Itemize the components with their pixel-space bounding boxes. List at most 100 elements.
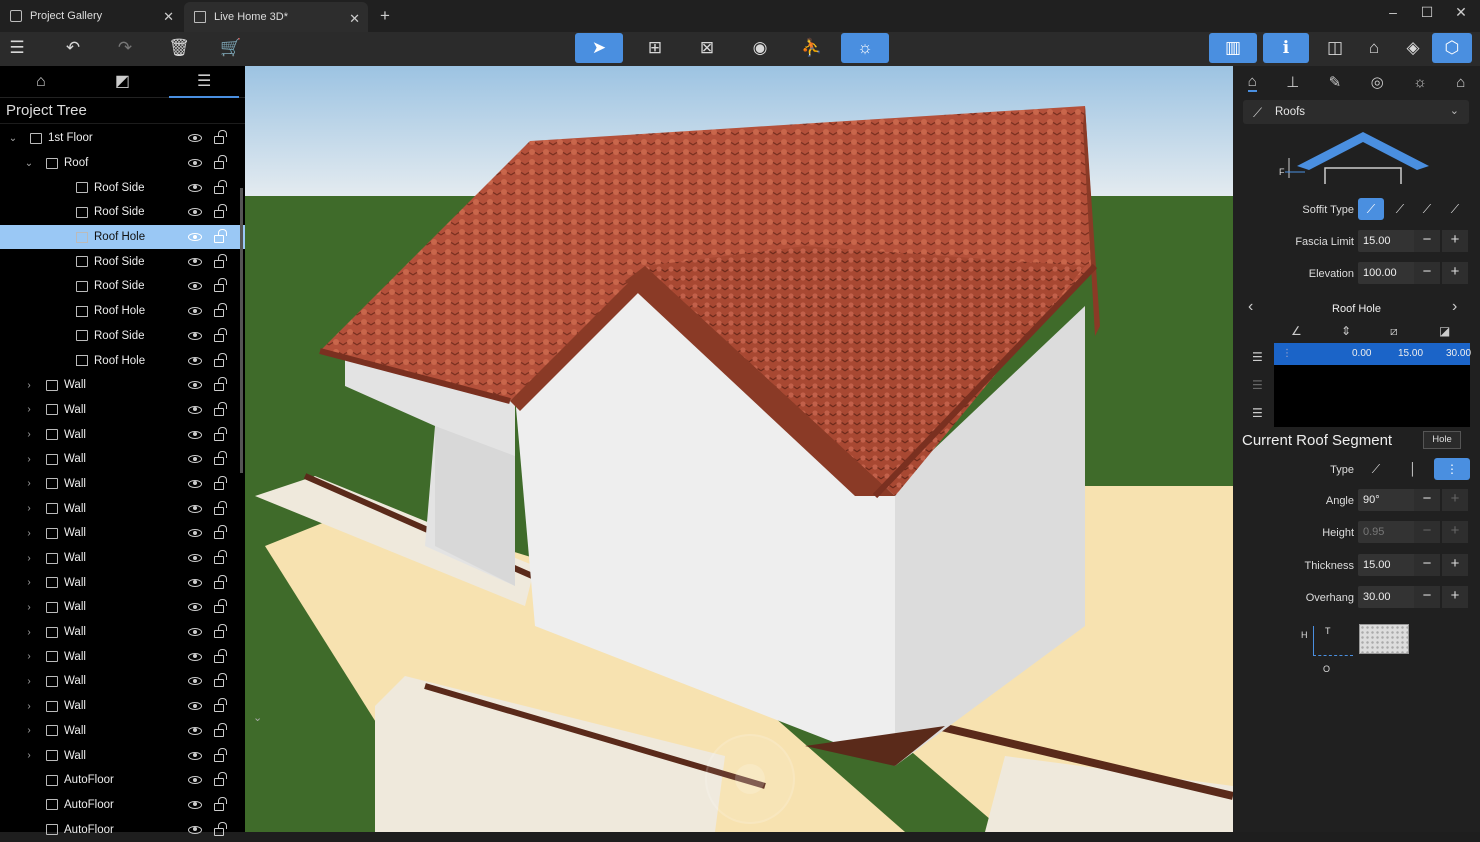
visibility-eye-icon[interactable] <box>188 282 202 291</box>
type-hole-button[interactable]: ⋮ <box>1434 458 1470 480</box>
overhang-input[interactable]: 30.00 <box>1358 586 1416 608</box>
lock-icon[interactable] <box>214 352 227 367</box>
soffit-type-4-button[interactable]: ⟋ <box>1442 198 1468 220</box>
lock-icon[interactable] <box>214 130 227 145</box>
structure-tool-icon[interactable]: ⊠ <box>694 33 720 63</box>
elevation-decrement[interactable]: − <box>1414 262 1440 284</box>
lock-icon[interactable] <box>214 796 227 811</box>
height-increment[interactable]: + <box>1442 521 1468 543</box>
lock-icon[interactable] <box>214 648 227 663</box>
select-tool-button[interactable]: ➤ <box>575 33 623 63</box>
lock-icon[interactable] <box>214 204 227 219</box>
lock-icon[interactable] <box>214 179 227 194</box>
tab-building[interactable]: ⌂ <box>0 66 82 98</box>
menu-icon[interactable]: ☰ <box>4 33 30 63</box>
walkthrough-tool-icon[interactable]: ⛹ <box>799 33 825 63</box>
tab-materials[interactable]: ◩ <box>82 66 164 98</box>
tab-project-tree[interactable]: ☰ <box>163 66 245 98</box>
store-cart-icon[interactable]: 🛒 <box>218 33 244 63</box>
angle-input[interactable]: 90° <box>1358 489 1416 511</box>
lock-icon[interactable] <box>214 327 227 342</box>
expand-chevron-icon[interactable]: › <box>24 651 34 662</box>
visibility-eye-icon[interactable] <box>188 578 202 587</box>
expand-chevron-icon[interactable]: › <box>24 553 34 564</box>
overhang-increment[interactable]: + <box>1442 586 1468 608</box>
next-segment-icon[interactable]: › <box>1452 298 1457 316</box>
tree-row[interactable]: Roof Side <box>0 200 245 225</box>
navigation-joystick[interactable] <box>705 734 795 824</box>
lock-icon[interactable] <box>214 525 227 540</box>
lock-icon[interactable] <box>214 500 227 515</box>
angle-decrement[interactable]: − <box>1414 489 1440 511</box>
stamp-icon[interactable]: ⊥ <box>1286 73 1299 91</box>
tree-row[interactable]: › Wall <box>0 719 245 744</box>
angle-increment[interactable]: + <box>1442 489 1468 511</box>
expand-chevron-icon[interactable]: › <box>24 478 34 489</box>
tree-row[interactable]: Roof Side <box>0 274 245 299</box>
expand-chevron-icon[interactable]: › <box>24 380 34 391</box>
visibility-eye-icon[interactable] <box>188 776 202 785</box>
object-type-dropdown[interactable]: ⟋ Roofs ⌄ <box>1243 100 1469 124</box>
tree-row[interactable]: › Wall <box>0 521 245 546</box>
lock-icon[interactable] <box>214 722 227 737</box>
visibility-eye-icon[interactable] <box>188 455 202 464</box>
drag-handle-icon[interactable]: ⋮ <box>1282 348 1292 359</box>
paint-icon[interactable]: ✎ <box>1329 73 1342 91</box>
soffit-type-3-button[interactable]: ⟋ <box>1414 198 1440 220</box>
elevation-view-icon[interactable]: ⌂ <box>1361 33 1387 63</box>
fascia-limit-decrement[interactable]: − <box>1414 230 1440 252</box>
visibility-eye-icon[interactable] <box>188 800 202 809</box>
lock-icon[interactable] <box>214 599 227 614</box>
tree-row[interactable]: › Wall <box>0 546 245 571</box>
lock-icon[interactable] <box>214 747 227 762</box>
daylight-tool-button[interactable]: ☼ <box>841 33 889 63</box>
tree-row[interactable]: Roof Hole <box>0 224 245 250</box>
lock-icon[interactable] <box>214 475 227 490</box>
visibility-eye-icon[interactable] <box>188 159 202 168</box>
tree-row[interactable]: › Wall <box>0 472 245 497</box>
soffit-type-1-button[interactable]: ⟋ <box>1358 198 1384 220</box>
library-button[interactable]: ▥ <box>1209 33 1257 63</box>
tree-row[interactable]: › Wall <box>0 570 245 595</box>
soffit-type-2-button[interactable]: ⟋ <box>1387 198 1413 220</box>
visibility-eye-icon[interactable] <box>188 430 202 439</box>
lock-icon[interactable] <box>214 426 227 441</box>
expand-chevron-icon[interactable]: › <box>24 528 34 539</box>
visibility-eye-icon[interactable] <box>188 529 202 538</box>
tree-row[interactable]: › Wall <box>0 422 245 447</box>
visibility-eye-icon[interactable] <box>188 405 202 414</box>
add-segment-icon[interactable]: ☰ <box>1252 406 1263 420</box>
tree-row[interactable]: Roof Hole <box>0 299 245 324</box>
split-view-icon[interactable]: ◈ <box>1400 33 1426 63</box>
minimize-button[interactable]: – <box>1378 4 1408 20</box>
house-icon[interactable]: ⌂ <box>1456 74 1465 91</box>
tree-row[interactable]: › Wall <box>0 669 245 694</box>
visibility-eye-icon[interactable] <box>188 183 202 192</box>
thickness-input[interactable]: 15.00 <box>1358 554 1416 576</box>
tree-row[interactable]: › Wall <box>0 644 245 669</box>
segment-row-selected[interactable]: ⋮ 0.00 15.00 30.00 <box>1274 343 1471 365</box>
redo-icon[interactable]: ↷ <box>112 33 138 63</box>
visibility-eye-icon[interactable] <box>188 479 202 488</box>
inspector-button[interactable]: ℹ <box>1263 33 1309 63</box>
lock-icon[interactable] <box>214 673 227 688</box>
expand-chevron-icon[interactable]: › <box>24 503 34 514</box>
visibility-eye-icon[interactable] <box>188 726 202 735</box>
tab-project-gallery[interactable]: Project Gallery ✕ <box>0 0 182 32</box>
tree-row[interactable]: › Wall <box>0 398 245 423</box>
visibility-eye-icon[interactable] <box>188 381 202 390</box>
camera-icon[interactable]: ◎ <box>1371 73 1384 91</box>
visibility-eye-icon[interactable] <box>188 504 202 513</box>
light-icon[interactable]: ☼ <box>1413 74 1427 91</box>
tree-row[interactable]: › Wall <box>0 373 245 398</box>
close-window-button[interactable]: ✕ <box>1446 4 1476 21</box>
collapse-chevron-icon[interactable]: ⌄ <box>8 133 18 144</box>
visibility-eye-icon[interactable] <box>188 134 202 143</box>
type-vertical-button[interactable]: │ <box>1400 458 1426 480</box>
expand-chevron-icon[interactable]: › <box>24 750 34 761</box>
tree-row[interactable]: ⌄ 1st Floor <box>0 126 245 151</box>
tree-row[interactable]: AutoFloor <box>0 793 245 818</box>
thickness-decrement[interactable]: − <box>1414 554 1440 576</box>
joystick-knob[interactable] <box>735 764 765 794</box>
lock-icon[interactable] <box>214 253 227 268</box>
